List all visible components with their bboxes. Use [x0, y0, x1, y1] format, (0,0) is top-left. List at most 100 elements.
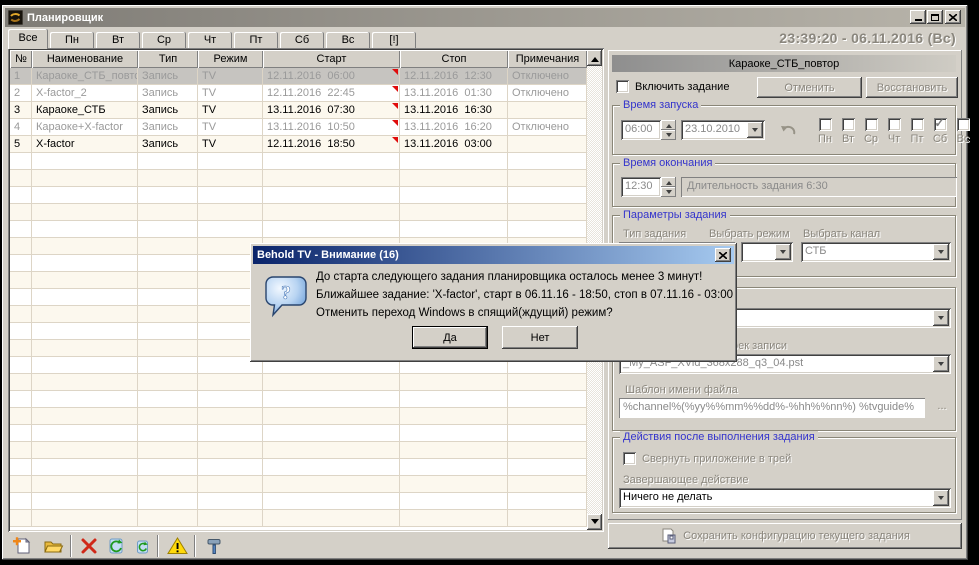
- spin-down-icon[interactable]: [661, 130, 676, 140]
- weekday-Пн: Пн: [815, 118, 835, 145]
- tab-Сб[interactable]: Сб: [280, 32, 324, 49]
- yes-button[interactable]: Да: [412, 326, 488, 349]
- recycle-restore-icon[interactable]: [106, 536, 126, 556]
- weekday-checkbox-Пт[interactable]: [911, 118, 924, 131]
- weekday-checkbox-Сб[interactable]: ✓: [934, 118, 947, 131]
- tab-[!][interactable]: [!]: [372, 32, 416, 49]
- cell-note: [508, 221, 587, 238]
- column-header[interactable]: Старт: [263, 50, 400, 68]
- enable-task-checkbox[interactable]: [616, 80, 629, 93]
- cell-start: [263, 204, 400, 221]
- cell-name: [32, 170, 138, 187]
- dropdown-icon[interactable]: [933, 244, 949, 260]
- tab-Ср[interactable]: Ср: [142, 32, 186, 49]
- scroll-up-button[interactable]: [587, 50, 602, 66]
- tab-Вт[interactable]: Вт: [96, 32, 140, 49]
- start-time-spinner[interactable]: 06:00: [621, 120, 676, 140]
- cell-note: [508, 391, 587, 408]
- cancel-button[interactable]: Отменить: [757, 77, 862, 98]
- table-row[interactable]: 5X-factorЗаписьTV12.11.2016 18:5013.11.2…: [10, 136, 587, 153]
- arrow-down-icon: [591, 519, 599, 528]
- minimize-to-tray-checkbox[interactable]: [623, 452, 636, 465]
- tab-Вс[interactable]: Вс: [326, 32, 370, 49]
- cell-num: [10, 289, 32, 306]
- dropdown-icon[interactable]: [933, 490, 949, 506]
- cell-name: [32, 187, 138, 204]
- column-header[interactable]: Примечания: [508, 50, 587, 68]
- cell-stop: 13.11.2016 03:00: [400, 136, 508, 153]
- weekday-Ср: Ср: [861, 118, 881, 145]
- column-header[interactable]: Стоп: [400, 50, 508, 68]
- table-row[interactable]: 1Караоке_СТБ_повторЗаписьTV12.11.2016 06…: [10, 68, 587, 85]
- minimize-to-tray-label: Свернуть приложение в трей: [642, 453, 791, 465]
- cell-name: X-factor: [32, 136, 138, 153]
- cell-start: [263, 510, 400, 527]
- dropdown-icon[interactable]: [933, 310, 949, 326]
- weekday-checkbox-Ср[interactable]: [865, 118, 878, 131]
- restore-button[interactable]: Восстановить: [866, 77, 958, 98]
- weekday-checkbox-Вт[interactable]: [842, 118, 855, 131]
- column-header[interactable]: Наименование: [32, 50, 138, 68]
- cell-stop: [400, 425, 508, 442]
- enable-task-label: Включить задание: [635, 81, 729, 93]
- warning-icon[interactable]: [167, 536, 188, 556]
- table-row[interactable]: 3Караоке_СТБЗаписьTV13.11.2016 07:3013.1…: [10, 102, 587, 119]
- cell-num: 1: [10, 68, 32, 85]
- browse-button[interactable]: ...: [931, 398, 953, 418]
- delete-icon[interactable]: [80, 537, 98, 555]
- cell-mode: [198, 408, 263, 425]
- end-time-spinner[interactable]: 12:30: [621, 177, 676, 197]
- tab-Пт[interactable]: Пт: [234, 32, 278, 49]
- dropdown-icon[interactable]: [747, 122, 763, 138]
- tab-Пн[interactable]: Пн: [50, 32, 94, 49]
- table-row[interactable]: 2X-factor_2ЗаписьTV12.11.2016 22:4513.11…: [10, 85, 587, 102]
- dialog-titlebar[interactable]: Behold TV - Внимание (16): [253, 246, 734, 264]
- task-params-group-label: Параметры задания: [620, 209, 730, 221]
- save-icon: [660, 528, 676, 544]
- filename-template-field[interactable]: %channel%(%yy%%mm%%dd%-%hh%%nn%) %tvguid…: [619, 398, 925, 418]
- dialog-close-button[interactable]: [715, 248, 731, 262]
- window-titlebar[interactable]: Планировщик: [5, 8, 965, 27]
- column-header[interactable]: Режим: [198, 50, 263, 68]
- tab-Все[interactable]: Все: [8, 29, 48, 49]
- post-actions-group: Действия после выполнения задания Сверну…: [612, 437, 956, 513]
- spin-up-icon[interactable]: [661, 120, 676, 130]
- cell-start: 12.11.2016 06:00: [263, 68, 400, 85]
- dropdown-icon[interactable]: [933, 356, 949, 372]
- cell-note: [508, 204, 587, 221]
- column-header[interactable]: Тип: [138, 50, 198, 68]
- mode-combo[interactable]: [741, 242, 793, 262]
- dropdown-icon[interactable]: [775, 244, 791, 260]
- final-action-combo[interactable]: Ничего не делать: [619, 488, 951, 508]
- column-header[interactable]: №: [10, 50, 32, 68]
- spin-down-icon[interactable]: [661, 187, 676, 197]
- maximize-button[interactable]: [927, 10, 943, 24]
- table-row[interactable]: 4Караоке+X-factorЗаписьTV13.11.2016 10:5…: [10, 119, 587, 136]
- recycle-icon[interactable]: [134, 537, 151, 556]
- weekday-checkbox-Вс[interactable]: [957, 118, 970, 131]
- tab-Чт[interactable]: Чт: [188, 32, 232, 49]
- spin-up-icon[interactable]: [661, 177, 676, 187]
- open-folder-icon[interactable]: [43, 536, 64, 556]
- cell-type: Запись: [138, 119, 198, 136]
- cell-type: [138, 170, 198, 187]
- channel-combo[interactable]: СТБ: [801, 242, 951, 262]
- tools-icon[interactable]: [204, 536, 224, 556]
- undo-icon[interactable]: [779, 123, 797, 137]
- cell-note: [508, 510, 587, 527]
- no-button[interactable]: Нет: [502, 326, 578, 349]
- start-date-combo[interactable]: 23.10.2010: [681, 120, 765, 140]
- scroll-down-button[interactable]: [587, 514, 602, 530]
- post-actions-group-label: Действия после выполнения задания: [620, 431, 818, 443]
- table-row-empty: [10, 476, 587, 493]
- new-task-icon[interactable]: [12, 536, 32, 556]
- start-time-group: Время запуска 06:00 23.10.2010 ПнВтСрЧтП…: [612, 105, 956, 155]
- cell-num: [10, 459, 32, 476]
- minimize-button[interactable]: [910, 10, 926, 24]
- close-button[interactable]: [945, 10, 961, 24]
- weekday-checkbox-Чт[interactable]: [888, 118, 901, 131]
- weekday-checkbox-Пн[interactable]: [819, 118, 832, 131]
- save-config-button[interactable]: Сохранить конфигурацию текущего задания: [608, 523, 962, 549]
- cell-stop: [400, 391, 508, 408]
- table-row-empty: [10, 425, 587, 442]
